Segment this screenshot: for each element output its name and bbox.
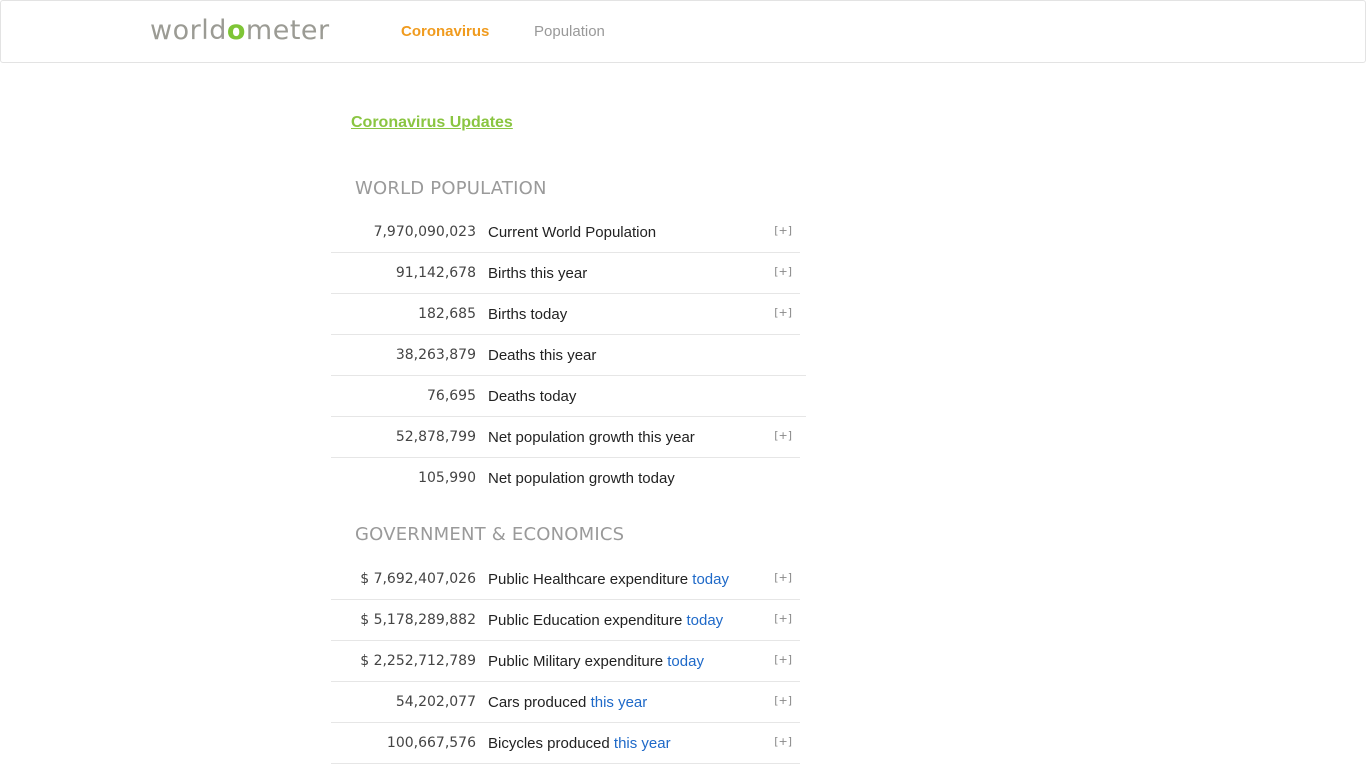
counter-period-link[interactable]: this year	[614, 735, 671, 752]
counter-label-text: Births this year	[488, 265, 588, 282]
counter-row: 54,202,077 Cars produced this year [+]	[331, 682, 800, 723]
nav-population[interactable]: Population	[534, 23, 605, 40]
counter-label-text: Bicycles produced	[488, 735, 614, 752]
world-population-heading: WORLD POPULATION	[355, 178, 547, 199]
counter-period-link[interactable]: today	[692, 571, 729, 588]
counter-label: Bicycles produced this year	[488, 735, 671, 752]
government-economics-heading: GOVERNMENT & ECONOMICS	[355, 524, 625, 545]
counter-label: Births today	[488, 306, 567, 323]
expand-toggle[interactable]: [+]	[774, 735, 792, 748]
expand-toggle[interactable]: [+]	[774, 653, 792, 666]
expand-toggle[interactable]: [+]	[774, 306, 792, 319]
counter-label: Deaths this year	[488, 347, 596, 364]
counter-row: $ 5,178,289,882 Public Education expendit…	[331, 600, 800, 641]
counter-label: Current World Population	[488, 224, 656, 241]
counter-row: 182,685 Births today [+]	[331, 294, 800, 335]
counter-period-link[interactable]: today	[686, 612, 723, 629]
counter-row: 38,263,879 Deaths this year	[331, 335, 806, 376]
counter-label-text: Public Healthcare expenditure	[488, 571, 693, 588]
counter-label: Births this year	[488, 265, 587, 282]
counter-row: 76,695 Deaths today	[331, 376, 806, 417]
nav-coronavirus[interactable]: Coronavirus	[401, 23, 489, 40]
counter-row: $ 7,692,407,026 Public Healthcare expendi…	[331, 559, 800, 600]
counter-row: $ 2,252,712,789 Public Military expenditu…	[331, 641, 800, 682]
counter-label-text: Current World Population	[488, 224, 657, 241]
world-population-table: 7,970,090,023 Current World Population [+]…	[331, 212, 806, 498]
counter-label-text: Deaths this year	[488, 347, 597, 364]
top-navbar: worldometer Coronavirus Population	[0, 0, 1366, 63]
logo-text-post: meter	[245, 15, 330, 46]
counter-label: Public Education expenditure today	[488, 612, 723, 629]
counter-value: 7,970,090,023	[373, 224, 476, 240]
counter-value: 54,202,077	[395, 694, 476, 710]
counter-label: Public Military expenditure today	[488, 653, 704, 670]
counter-value: $ 2,252,712,789	[360, 653, 476, 669]
counter-value: 38,263,879	[395, 347, 476, 363]
counter-value: 100,667,576	[386, 735, 476, 751]
counter-period-link[interactable]: this year	[591, 694, 648, 711]
counter-row: 100,667,576 Bicycles produced this year [+…	[331, 723, 800, 764]
counter-label: Cars produced this year	[488, 694, 647, 711]
expand-toggle[interactable]: [+]	[774, 265, 792, 278]
counter-label: Net population growth today	[488, 470, 675, 487]
worldometer-logo[interactable]: worldometer	[150, 14, 330, 48]
counter-value: 76,695	[427, 388, 476, 404]
counter-value: 182,685	[418, 306, 476, 322]
counter-label-text: Net population growth this year	[488, 429, 695, 446]
counter-value: $ 5,178,289,882	[360, 612, 476, 628]
counter-value: 91,142,678	[395, 265, 476, 281]
counter-value: 105,990	[418, 470, 476, 486]
counter-row: 52,878,799 Net population growth this yea…	[331, 417, 800, 458]
expand-toggle[interactable]: [+]	[774, 612, 792, 625]
coronavirus-updates-link[interactable]: Coronavirus Updates	[351, 114, 513, 132]
counter-label-text: Deaths today	[488, 388, 577, 405]
counter-label-text: Public Military expenditure	[488, 653, 668, 670]
counter-label-text: Births today	[488, 306, 568, 323]
counter-row: 7,970,090,023 Current World Population [+]	[331, 212, 800, 253]
counter-value: $ 7,692,407,026	[360, 571, 476, 587]
counter-label-text: Net population growth today	[488, 470, 675, 487]
expand-toggle[interactable]: [+]	[774, 694, 792, 707]
counter-value: 52,878,799	[395, 429, 476, 445]
counter-label: Deaths today	[488, 388, 576, 405]
expand-toggle[interactable]: [+]	[774, 429, 792, 442]
counter-label: Net population growth this year	[488, 429, 695, 446]
counter-label: Public Healthcare expenditure today	[488, 571, 729, 588]
expand-toggle[interactable]: [+]	[774, 224, 792, 237]
counter-label-text: Cars produced	[488, 694, 591, 711]
counter-label-text: Public Education expenditure	[488, 612, 687, 629]
logo-text-o: o	[226, 15, 246, 46]
government-economics-table: $ 7,692,407,026 Public Healthcare expendi…	[331, 559, 800, 764]
counter-row: 91,142,678 Births this year [+]	[331, 253, 800, 294]
counter-period-link[interactable]: today	[667, 653, 704, 670]
counter-row: 105,990 Net population growth today	[331, 458, 800, 498]
logo-text-pre: world	[150, 15, 227, 46]
expand-toggle[interactable]: [+]	[774, 571, 792, 584]
